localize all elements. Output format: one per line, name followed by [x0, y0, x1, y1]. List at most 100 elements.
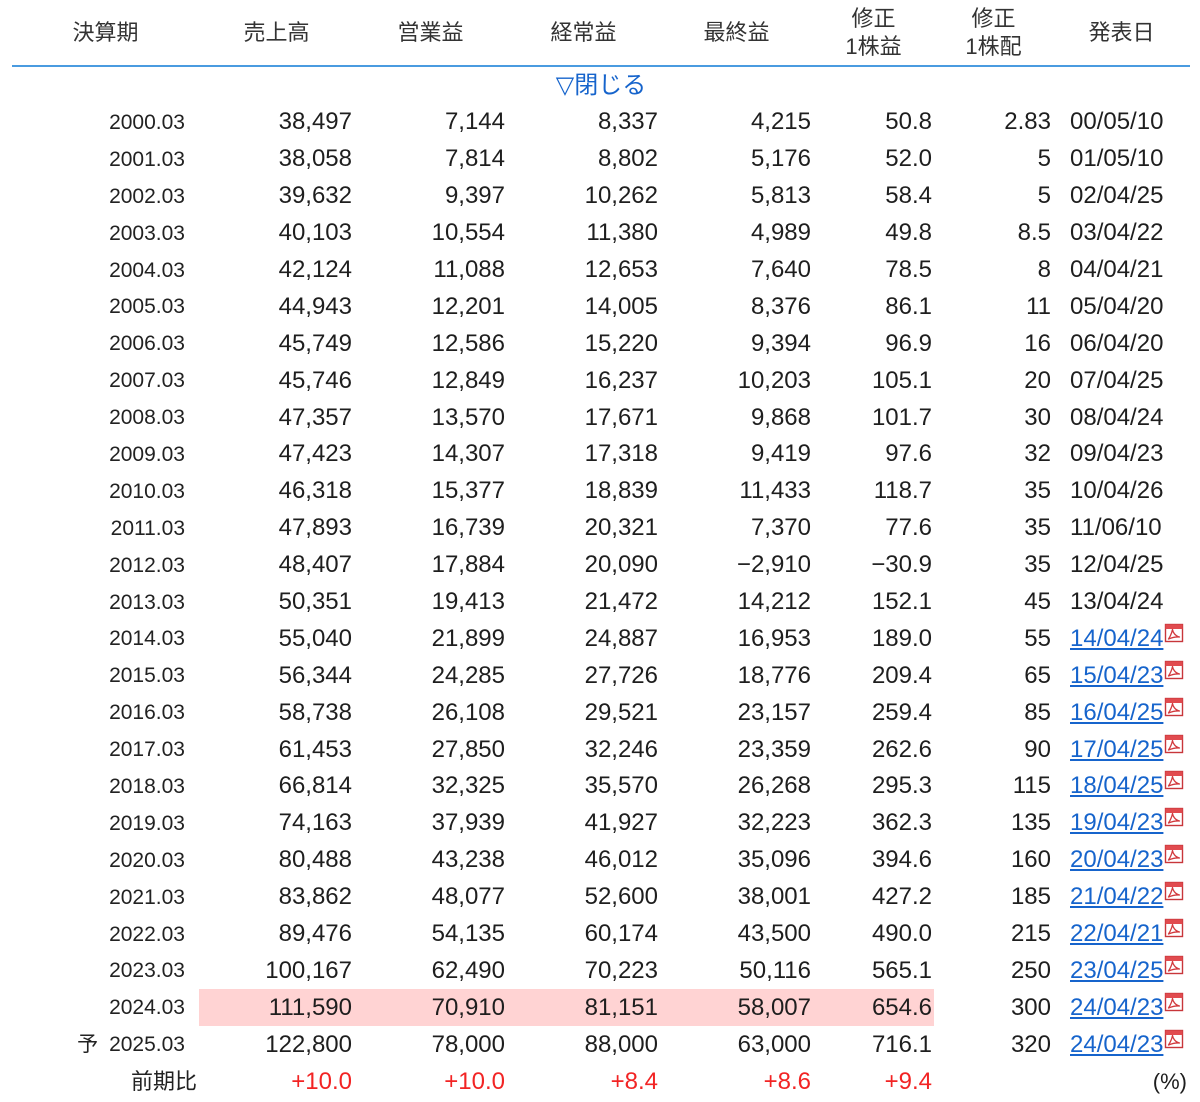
eps-cell: 50.8 — [885, 108, 932, 136]
yoy-sales-cell: +10.0 — [291, 1067, 352, 1095]
pdf-icon[interactable] — [1164, 807, 1184, 827]
ordinary-profit-cell: 35,570 — [584, 772, 658, 800]
eps-cell: 49.8 — [885, 219, 932, 247]
announcement-date-cell: 05/04/20 — [1053, 288, 1190, 325]
sales-cell: 58,738 — [278, 698, 352, 726]
announcement-date: 13/04/24 — [1070, 588, 1164, 616]
pdf-icon[interactable] — [1164, 992, 1184, 1012]
period-label: 2012.03 — [109, 553, 185, 577]
net-profit-cell: 32,223 — [737, 809, 811, 837]
net-profit-cell: 11,433 — [739, 477, 811, 505]
period-cell: 2003.03 — [12, 215, 199, 252]
announcement-date-link[interactable]: 21/04/22 — [1070, 885, 1163, 909]
operating-profit-cell: 13,570 — [431, 403, 505, 431]
announcement-date: 03/04/22 — [1070, 219, 1164, 247]
announcement-date-cell: 22/04/21 — [1053, 916, 1190, 953]
announcement-date-link[interactable]: 18/04/25 — [1070, 774, 1163, 798]
header-operating-profit: 営業益 — [354, 0, 507, 65]
announcement-date-link[interactable]: 17/04/25 — [1070, 737, 1163, 762]
operating-profit-cell: 27,850 — [431, 735, 505, 763]
header-operating-profit-label: 営業益 — [397, 19, 464, 45]
net-profit-cell: 50,116 — [739, 956, 811, 984]
announcement-date-cell: 14/04/24 — [1053, 620, 1190, 657]
period-label: 2019.03 — [109, 811, 185, 835]
dps-cell: 35 — [1024, 514, 1051, 542]
announcement-date-link[interactable]: 24/04/23 — [1070, 1032, 1163, 1057]
period-label: 2017.03 — [109, 738, 185, 762]
eps-cell: 86.1 — [885, 292, 932, 320]
operating-profit-cell: 24,285 — [431, 661, 505, 689]
sales-cell: 56,344 — [278, 661, 352, 689]
period-label: 2014.03 — [109, 627, 185, 651]
period-label: 2015.03 — [109, 664, 185, 688]
dps-cell: 115 — [1012, 772, 1051, 800]
table-row: 2005.03 44,943 12,201 14,005 8,376 86.1 11 05/0… — [12, 288, 1190, 325]
pdf-icon[interactable] — [1164, 955, 1184, 975]
dps-cell: 11 — [1026, 292, 1051, 320]
period-label: 2005.03 — [109, 295, 185, 319]
pdf-icon[interactable] — [1164, 623, 1184, 643]
pdf-icon[interactable] — [1164, 881, 1184, 901]
period-label: 2020.03 — [109, 848, 185, 872]
operating-profit-cell: 54,135 — [431, 920, 505, 948]
operating-profit-cell: 10,554 — [431, 219, 505, 247]
table-row: 2014.03 55,040 21,899 24,887 16,953 189.0 55 14… — [12, 620, 1190, 657]
sales-cell: 61,453 — [278, 735, 352, 763]
net-profit-cell: 9,419 — [750, 440, 811, 468]
dps-cell: 250 — [1010, 956, 1051, 984]
period-cell: 2020.03 — [12, 842, 199, 879]
table-row: 2011.03 47,893 16,739 20,321 7,370 77.6 35 11/0… — [12, 510, 1190, 547]
announcement-date-link[interactable]: 24/04/23 — [1070, 995, 1163, 1020]
period-label: 2000.03 — [109, 110, 185, 134]
announcement-date: 11/06/10 — [1070, 514, 1162, 542]
dps-cell: 90 — [1024, 735, 1051, 763]
announcement-date: 08/04/24 — [1070, 403, 1164, 431]
eps-cell: 362.3 — [871, 809, 932, 837]
sales-cell: 111,590 — [199, 989, 354, 1027]
announcement-date-cell: 15/04/23 — [1053, 657, 1190, 694]
table-row: 2022.03 89,476 54,135 60,174 43,500 490.0 215 2… — [12, 916, 1190, 953]
yoy-operating-profit-cell: +10.0 — [444, 1067, 505, 1095]
header-eps: 修正 1株益 — [813, 0, 934, 65]
dps-cell: 30 — [1024, 403, 1051, 431]
period-cell: 2022.03 — [12, 916, 199, 953]
pdf-icon[interactable] — [1164, 660, 1184, 680]
announcement-date-link[interactable]: 14/04/24 — [1070, 626, 1163, 651]
net-profit-cell: 14,212 — [737, 588, 811, 616]
pdf-icon[interactable] — [1164, 734, 1184, 754]
pdf-icon[interactable] — [1164, 1029, 1184, 1049]
net-profit-cell: 26,268 — [737, 772, 811, 800]
announcement-date-cell: 20/04/23 — [1053, 842, 1190, 879]
announcement-date-cell: 10/04/26 — [1053, 473, 1190, 510]
period-label: 2009.03 — [109, 442, 185, 466]
table-row: 2004.03 42,124 11,088 12,653 7,640 78.5 8 04/04… — [12, 252, 1190, 289]
operating-profit-cell: 32,325 — [431, 772, 505, 800]
announcement-date-link[interactable]: 15/04/23 — [1070, 663, 1163, 688]
ordinary-profit-cell: 10,262 — [584, 182, 658, 210]
operating-profit-cell: 21,899 — [431, 624, 505, 652]
announcement-date-link[interactable]: 23/04/25 — [1070, 958, 1163, 983]
announcement-date-cell: 21/04/22 — [1053, 879, 1190, 916]
pdf-icon[interactable] — [1164, 770, 1184, 790]
announcement-date-cell: 03/04/22 — [1053, 215, 1190, 252]
dps-cell: 300 — [1010, 993, 1051, 1021]
announcement-date-cell: 23/04/25 — [1053, 952, 1190, 989]
pdf-icon[interactable] — [1164, 918, 1184, 938]
sales-cell: 40,103 — [278, 219, 352, 247]
eps-cell: −30.9 — [871, 551, 932, 579]
operating-profit-cell: 19,413 — [431, 588, 505, 616]
net-profit-cell: 10,203 — [737, 366, 811, 394]
announcement-date-link[interactable]: 22/04/21 — [1070, 922, 1163, 946]
announcement-date-link[interactable]: 16/04/25 — [1070, 700, 1163, 725]
ordinary-profit-cell: 21,472 — [584, 588, 658, 616]
collapse-toggle-link[interactable]: ▽閉じる — [556, 73, 646, 98]
table-row: 2018.03 66,814 32,325 35,570 26,268 295.3 115 1… — [12, 768, 1190, 805]
pdf-icon[interactable] — [1164, 697, 1184, 717]
net-profit-cell: 16,953 — [737, 624, 811, 652]
announcement-date-link[interactable]: 20/04/23 — [1070, 848, 1163, 872]
table-row: 2007.03 45,746 12,849 16,237 10,203 105.1 20 07… — [12, 362, 1190, 399]
announcement-date-link[interactable]: 19/04/23 — [1070, 811, 1163, 835]
header-eps-line1: 修正 — [851, 5, 896, 31]
pdf-icon[interactable] — [1164, 844, 1184, 864]
period-cell: 2021.03 — [12, 879, 199, 916]
